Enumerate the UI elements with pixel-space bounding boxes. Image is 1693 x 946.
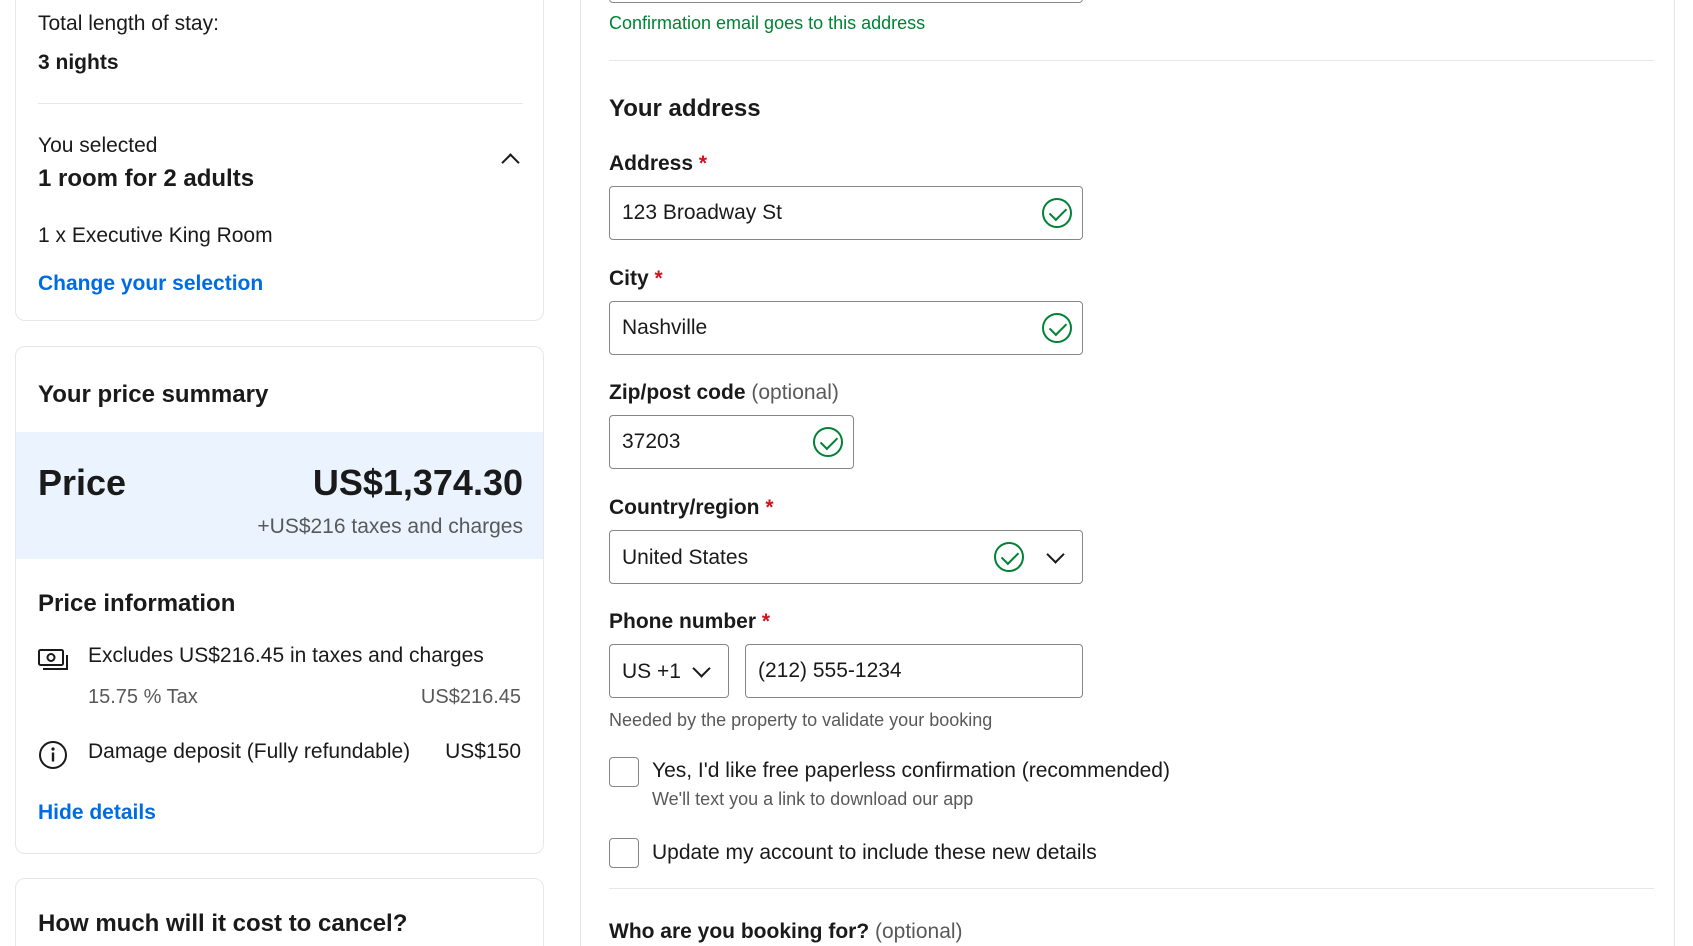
price-label: Price — [38, 462, 127, 503]
price-band: Price US$1,374.30 +US$216 taxes and char… — [16, 432, 543, 559]
length-of-stay-label: Total length of stay: — [38, 12, 219, 35]
chevron-up-icon[interactable] — [501, 153, 520, 172]
email-field[interactable] — [609, 0, 1083, 3]
tax-label: 15.75 % Tax — [88, 686, 198, 708]
paperless-checkbox[interactable] — [609, 757, 639, 787]
divider — [609, 60, 1654, 61]
email-hint: Confirmation email goes to this address — [609, 13, 926, 33]
phone-hint: Needed by the property to validate your … — [609, 710, 993, 730]
price-summary-heading: Your price summary — [38, 381, 269, 408]
price-value: US$1,374.30 — [312, 462, 523, 503]
room-line: 1 x Executive King Room — [38, 224, 273, 247]
country-selected-value: United States — [622, 546, 749, 569]
country-label: Country/region * — [609, 496, 774, 519]
money-icon — [38, 649, 68, 670]
cancellation-card: How much will it cost to cancel? — [15, 878, 544, 946]
city-field[interactable] — [609, 301, 1083, 355]
address-field[interactable] — [609, 186, 1083, 240]
address-input[interactable] — [622, 187, 1000, 239]
divider — [609, 888, 1654, 889]
deposit-label: Damage deposit (Fully refundable) — [88, 740, 411, 763]
taxes-note: +US$216 taxes and charges — [257, 515, 523, 538]
price-summary-card: Your price summary Price US$1,374.30 +US… — [15, 346, 544, 854]
excludes-text: Excludes US$216.45 in taxes and charges — [88, 644, 484, 667]
check-circle-icon — [994, 542, 1024, 572]
chevron-down-icon — [692, 659, 711, 678]
country-select[interactable]: United States — [609, 530, 1083, 584]
update-account-checkbox[interactable] — [609, 838, 639, 868]
address-label: Address * — [609, 152, 708, 175]
phone-field[interactable] — [745, 644, 1083, 698]
zip-field[interactable] — [609, 415, 854, 469]
divider — [38, 103, 523, 104]
tax-value: US$216.45 — [420, 686, 521, 708]
address-heading: Your address — [609, 95, 761, 122]
cancel-heading: How much will it cost to cancel? — [38, 910, 408, 937]
stay-details-card: Total length of stay: 3 nights You selec… — [15, 0, 544, 321]
phone-country-code-select[interactable]: US +1 — [609, 644, 729, 698]
check-circle-icon — [1042, 313, 1072, 343]
phone-label: Phone number * — [609, 610, 771, 633]
change-selection-link[interactable]: Change your selection — [38, 272, 263, 296]
zip-label: Zip/post code (optional) — [609, 381, 839, 404]
zip-input[interactable] — [622, 416, 817, 468]
info-icon — [39, 741, 67, 769]
selected-rooms-value: 1 room for 2 adults — [38, 165, 255, 192]
city-input[interactable] — [622, 302, 1000, 354]
deposit-value: US$150 — [445, 740, 521, 763]
check-circle-icon — [1042, 198, 1072, 228]
booking-for-label: Who are you booking for? (optional) — [609, 920, 963, 943]
you-selected-label: You selected — [38, 134, 158, 157]
check-circle-icon — [813, 427, 843, 457]
city-label: City * — [609, 267, 663, 290]
paperless-label[interactable]: Yes, I'd like free paperless confirmatio… — [652, 759, 1170, 783]
length-of-stay-value: 3 nights — [38, 51, 119, 74]
update-account-label[interactable]: Update my account to include these new d… — [652, 841, 1097, 865]
booking-form-panel: Confirmation email goes to this address … — [580, 0, 1675, 946]
phone-code-value: US +1 — [622, 660, 681, 683]
hide-details-link[interactable]: Hide details — [38, 801, 156, 825]
price-info-heading: Price information — [38, 590, 236, 617]
paperless-sub: We'll text you a link to download our ap… — [652, 789, 974, 809]
phone-input[interactable] — [758, 645, 1027, 697]
chevron-down-icon — [1046, 545, 1065, 564]
